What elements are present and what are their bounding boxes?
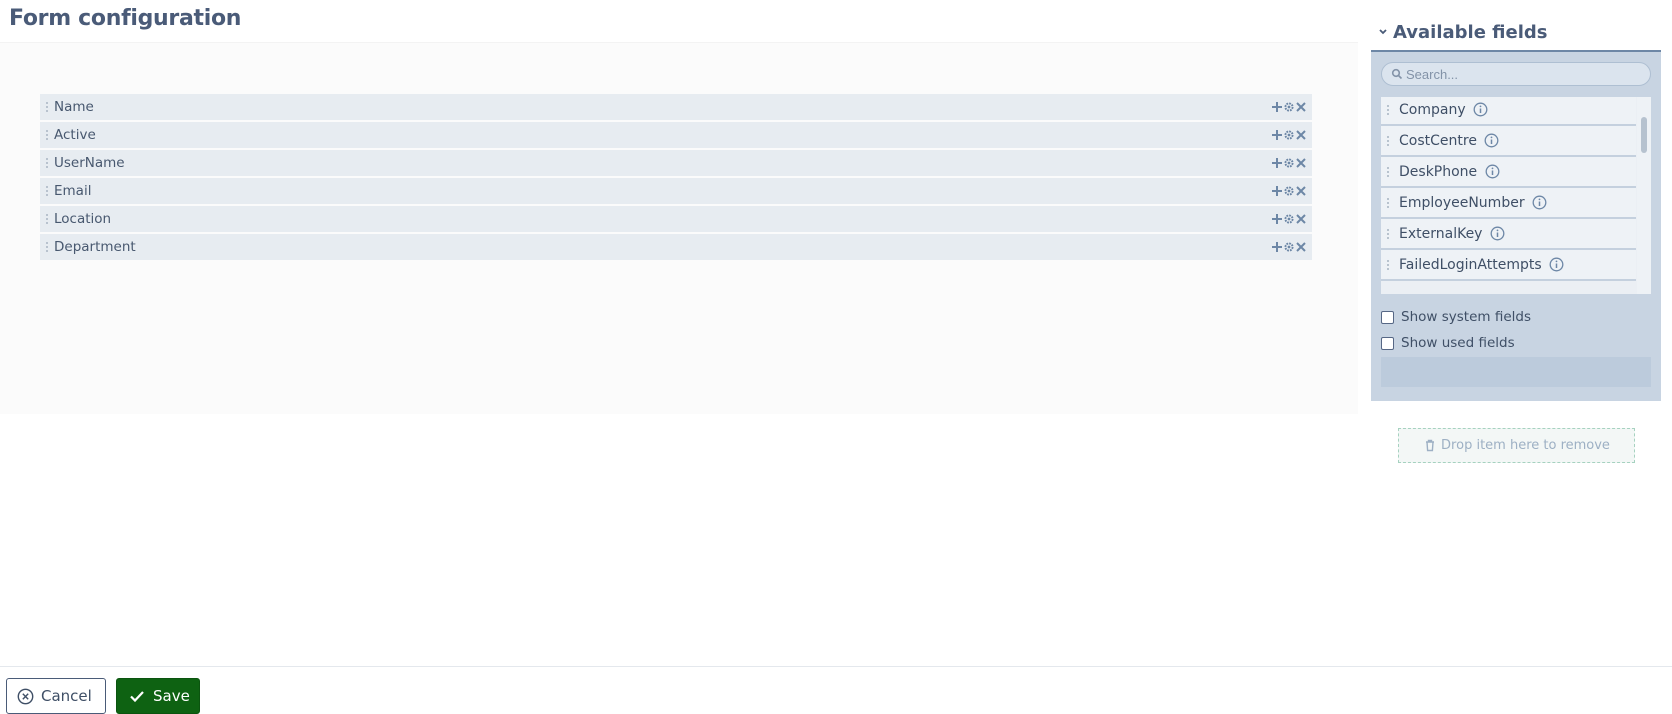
show-system-fields-label: Show system fields <box>1401 309 1531 325</box>
row-actions <box>1271 154 1307 172</box>
info-icon[interactable] <box>1489 226 1505 242</box>
drag-handle-icon[interactable] <box>40 122 54 148</box>
info-icon[interactable] <box>1484 164 1500 180</box>
search-input[interactable] <box>1406 66 1636 82</box>
footer-bar: Cancel Save <box>0 666 1672 714</box>
cancel-circle-icon <box>16 687 34 705</box>
cancel-label: Cancel <box>41 687 92 705</box>
gear-icon[interactable] <box>1283 238 1295 256</box>
info-icon[interactable] <box>1532 195 1548 211</box>
plus-icon[interactable] <box>1271 126 1283 144</box>
show-used-fields-checkbox[interactable] <box>1381 336 1394 350</box>
plus-icon[interactable] <box>1271 154 1283 172</box>
row-actions <box>1271 126 1307 144</box>
available-field-label: CostCentre <box>1399 132 1477 149</box>
form-field-row[interactable]: Department <box>40 234 1312 260</box>
drag-handle-icon[interactable] <box>40 234 54 260</box>
field-label: Active <box>54 127 96 143</box>
form-field-row[interactable]: Name <box>40 94 1312 120</box>
form-field-row[interactable]: UserName <box>40 150 1312 176</box>
close-icon[interactable] <box>1295 154 1307 172</box>
chevron-down-icon[interactable] <box>1373 22 1393 42</box>
drag-handle-icon[interactable] <box>1381 252 1395 278</box>
available-fields-panel: Available fields Company CostCentre Desk… <box>1371 14 1661 401</box>
close-icon[interactable] <box>1295 210 1307 228</box>
form-field-row[interactable]: Location <box>40 206 1312 232</box>
row-actions <box>1271 210 1307 228</box>
available-fields-header[interactable]: Available fields <box>1371 14 1661 52</box>
gear-icon[interactable] <box>1283 126 1295 144</box>
show-system-fields-checkbox[interactable] <box>1381 310 1394 324</box>
available-field-item[interactable]: ExternalKey <box>1381 219 1636 250</box>
drag-handle-icon[interactable] <box>1381 159 1395 185</box>
available-field-label: ExternalKey <box>1399 225 1483 242</box>
plus-icon[interactable] <box>1271 238 1283 256</box>
drag-handle-icon[interactable] <box>40 150 54 176</box>
available-field-item[interactable]: EmployeeNumber <box>1381 188 1636 219</box>
info-icon[interactable] <box>1484 133 1500 149</box>
field-label: Location <box>54 211 112 227</box>
available-field-item[interactable]: FailedLoginAttempts <box>1381 250 1636 281</box>
available-field-item[interactable]: Company <box>1381 97 1636 126</box>
field-label: Department <box>54 239 136 255</box>
row-actions <box>1271 238 1307 256</box>
gear-icon[interactable] <box>1283 210 1295 228</box>
available-fields-title: Available fields <box>1393 21 1548 43</box>
form-field-row[interactable]: Active <box>40 122 1312 148</box>
gear-icon[interactable] <box>1283 154 1295 172</box>
available-fields-list[interactable]: Company CostCentre DeskPhone EmployeeNum… <box>1381 97 1651 294</box>
drag-handle-icon[interactable] <box>40 178 54 204</box>
panel-footer-bar <box>1381 357 1651 387</box>
save-label: Save <box>153 687 190 705</box>
save-button[interactable]: Save <box>116 678 200 714</box>
form-field-list: Name Active UserName Email Location Depa… <box>40 94 1312 262</box>
info-icon[interactable] <box>1473 102 1489 118</box>
search-box <box>1381 62 1651 86</box>
scrollbar-thumb[interactable] <box>1641 117 1647 153</box>
gear-icon[interactable] <box>1283 98 1295 116</box>
field-label: Email <box>54 183 92 199</box>
form-canvas: Name Active UserName Email Location Depa… <box>0 42 1358 414</box>
row-actions <box>1271 98 1307 116</box>
available-fields-body: Company CostCentre DeskPhone EmployeeNum… <box>1371 52 1661 401</box>
available-field-label: FailedLoginAttempts <box>1399 256 1542 273</box>
drag-handle-icon[interactable] <box>1381 190 1395 216</box>
show-used-fields-label: Show used fields <box>1401 335 1515 351</box>
info-icon[interactable] <box>1549 257 1565 273</box>
plus-icon[interactable] <box>1271 182 1283 200</box>
row-actions <box>1271 182 1307 200</box>
close-icon[interactable] <box>1295 126 1307 144</box>
remove-dropzone[interactable]: Drop item here to remove <box>1398 428 1635 463</box>
available-field-label: DeskPhone <box>1399 163 1478 180</box>
available-field-label: EmployeeNumber <box>1399 194 1525 211</box>
plus-icon[interactable] <box>1271 98 1283 116</box>
page-title: Form configuration <box>9 6 242 31</box>
available-field-label: Company <box>1399 101 1466 118</box>
close-icon[interactable] <box>1295 98 1307 116</box>
drag-handle-icon[interactable] <box>1381 128 1395 154</box>
search-icon <box>1388 65 1406 83</box>
trash-icon <box>1423 439 1437 453</box>
available-field-item[interactable]: DeskPhone <box>1381 157 1636 188</box>
drag-handle-icon[interactable] <box>40 206 54 232</box>
scroll-track[interactable] <box>1637 97 1651 294</box>
close-icon[interactable] <box>1295 182 1307 200</box>
cancel-button[interactable]: Cancel <box>6 678 106 714</box>
form-field-row[interactable]: Email <box>40 178 1312 204</box>
show-used-fields-option[interactable]: Show used fields <box>1381 335 1515 351</box>
drag-handle-icon[interactable] <box>1381 97 1395 123</box>
gear-icon[interactable] <box>1283 182 1295 200</box>
available-field-item[interactable]: CostCentre <box>1381 126 1636 157</box>
check-icon <box>128 687 146 705</box>
field-label: UserName <box>54 155 125 171</box>
drag-handle-icon[interactable] <box>40 94 54 120</box>
field-label: Name <box>54 99 94 115</box>
plus-icon[interactable] <box>1271 210 1283 228</box>
close-icon[interactable] <box>1295 238 1307 256</box>
drag-handle-icon[interactable] <box>1381 221 1395 247</box>
show-system-fields-option[interactable]: Show system fields <box>1381 309 1531 325</box>
dropzone-label: Drop item here to remove <box>1441 438 1610 453</box>
